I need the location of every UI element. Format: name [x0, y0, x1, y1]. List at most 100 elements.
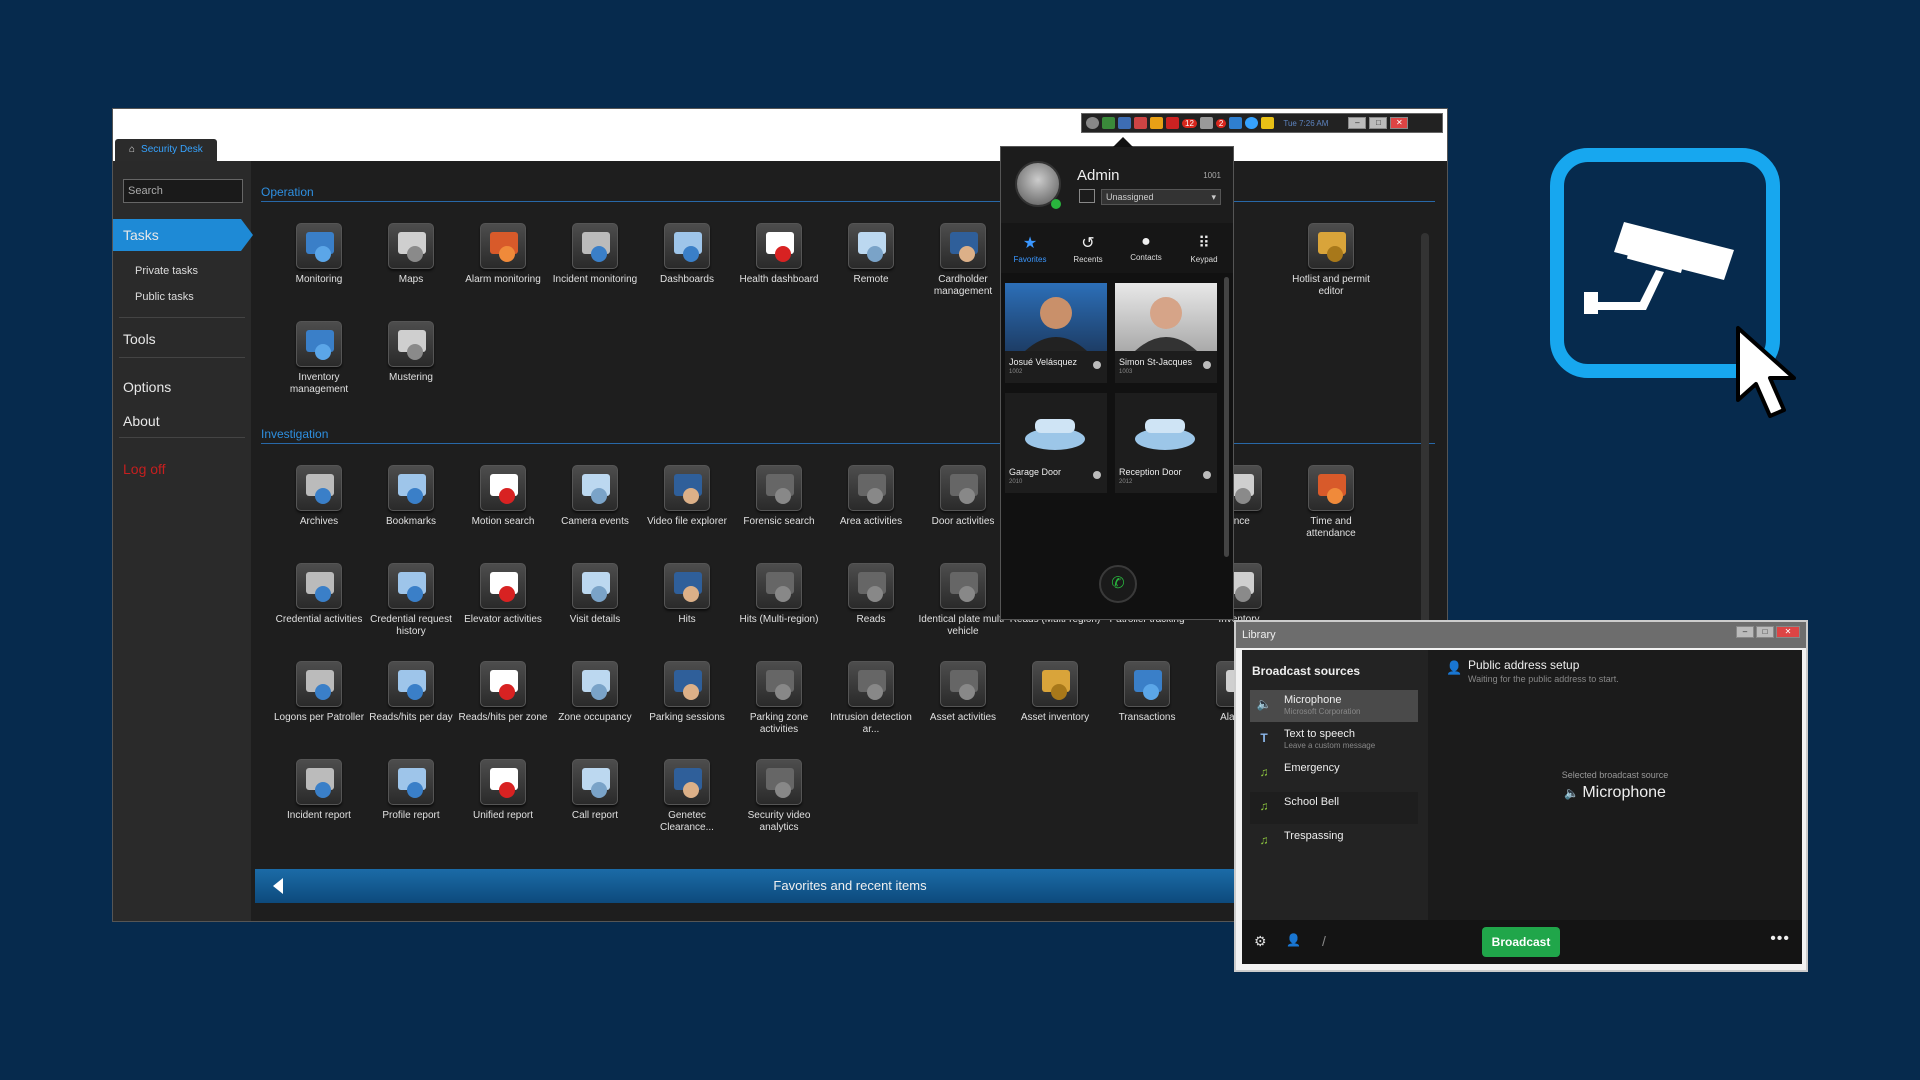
tab-keypad[interactable]: ⠿ Keypad	[1175, 223, 1233, 273]
minimize-button[interactable]: –	[1348, 117, 1367, 129]
person-icon: ●	[1141, 233, 1151, 250]
maximize-button[interactable]: □	[1369, 117, 1388, 129]
task-tile[interactable]: Unified report	[457, 759, 549, 822]
task-tile[interactable]: Alarm monitoring	[457, 223, 549, 286]
tab-contacts[interactable]: ● Contacts	[1117, 223, 1175, 273]
task-tile[interactable]: Identical plate multi-vehicle	[917, 563, 1009, 638]
task-icon	[388, 759, 434, 805]
task-tile[interactable]: Cardholder management	[917, 223, 1009, 298]
task-tile[interactable]: Forensic search	[733, 465, 825, 528]
phone-scrollbar[interactable]	[1224, 277, 1229, 557]
task-tile[interactable]: Parking zone activities	[733, 661, 825, 736]
task-icon	[848, 465, 894, 511]
task-tile[interactable]: Incident report	[273, 759, 365, 822]
sidebar-item-log-off[interactable]: Log off	[113, 461, 251, 477]
person-icon[interactable]: 👤	[1286, 933, 1301, 947]
task-tile[interactable]: Video file explorer	[641, 465, 733, 528]
task-tile[interactable]: Time and attendance	[1285, 465, 1377, 540]
task-tile[interactable]: Genetec Clearance...	[641, 759, 733, 834]
task-label: Identical plate multi-vehicle	[918, 614, 1008, 637]
genetec-icon[interactable]	[1086, 117, 1099, 129]
tab-favorites[interactable]: ★ Favorites	[1001, 223, 1059, 273]
task-tile[interactable]: Remote	[825, 223, 917, 286]
task-tile[interactable]: Incident monitoring	[549, 223, 641, 286]
task-tile[interactable]: Motion search	[457, 465, 549, 528]
task-tile[interactable]: Asset activities	[917, 661, 1009, 724]
task-tile[interactable]: Logons per Patroller	[273, 661, 365, 724]
source-text-to-speech[interactable]: T Text to speech Leave a custom message	[1250, 724, 1418, 756]
status-select[interactable]: Unassigned	[1101, 189, 1221, 205]
more-icon[interactable]: •••	[1770, 930, 1790, 948]
task-tile[interactable]: Credential request history	[365, 563, 457, 638]
task-tile[interactable]: Area activities	[825, 465, 917, 528]
task-tile[interactable]: Zone occupancy	[549, 661, 641, 724]
task-tile[interactable]: Hits (Multi-region)	[733, 563, 825, 626]
task-tile[interactable]: Door activities	[917, 465, 1009, 528]
minimize-button[interactable]: –	[1736, 626, 1754, 638]
signal-icon[interactable]	[1261, 117, 1275, 129]
task-tile[interactable]: Hotlist and permit editor	[1285, 223, 1377, 298]
task-tile[interactable]: Credential activities	[273, 563, 365, 626]
task-tile[interactable]: Call report	[549, 759, 641, 822]
maximize-button[interactable]: □	[1756, 626, 1774, 638]
source-microphone[interactable]: 🔈 Microphone Microsoft Corporation	[1250, 690, 1418, 722]
network-icon[interactable]	[1102, 117, 1115, 129]
sidebar-item-tools[interactable]: Tools	[113, 331, 251, 347]
tab-recents[interactable]: ↺ Recents	[1059, 223, 1117, 273]
close-button[interactable]: ✕	[1776, 626, 1800, 638]
task-tile[interactable]: Bookmarks	[365, 465, 457, 528]
task-tile[interactable]: Asset inventory	[1009, 661, 1101, 724]
task-label: Door activities	[931, 516, 995, 527]
task-tile[interactable]: Monitoring	[273, 223, 365, 286]
monitor-icon[interactable]	[1118, 117, 1131, 129]
sidebar-item-private-tasks[interactable]: Private tasks	[113, 265, 251, 277]
task-tile[interactable]: Security video analytics	[733, 759, 825, 834]
wand-icon[interactable]: /	[1322, 933, 1326, 949]
task-tile[interactable]: Hits	[641, 563, 733, 626]
contact-card[interactable]: Josué Velásquez 1002	[1005, 283, 1107, 383]
sidebar-item-options[interactable]: Options	[113, 379, 251, 395]
task-tile[interactable]: Reads/hits per zone	[457, 661, 549, 724]
task-tile[interactable]: Reads/hits per day	[365, 661, 457, 724]
task-tile[interactable]: Transactions	[1101, 661, 1193, 724]
task-label: Incident report	[287, 810, 351, 821]
sidebar-item-tasks[interactable]: Tasks	[113, 219, 253, 251]
call-button[interactable]: ✆	[1099, 565, 1137, 603]
tab-security-desk[interactable]: ⌂ Security Desk	[115, 139, 217, 161]
contact-card[interactable]: Reception Door 2012	[1115, 393, 1217, 493]
alarm-icon[interactable]	[1134, 117, 1147, 129]
search-input[interactable]	[123, 179, 243, 203]
gear-icon[interactable]: ⚙	[1254, 933, 1267, 950]
volume-icon[interactable]	[1229, 117, 1243, 129]
task-tile[interactable]: Intrusion detection ar...	[825, 661, 917, 736]
task-tile[interactable]: Dashboards	[641, 223, 733, 286]
task-tile[interactable]: Camera events	[549, 465, 641, 528]
sidebar-item-about[interactable]: About	[113, 413, 251, 429]
sidebar-item-public-tasks[interactable]: Public tasks	[113, 291, 251, 303]
task-tile[interactable]: Mustering	[365, 321, 457, 384]
list-icon[interactable]	[1199, 117, 1213, 129]
tab-label: Recents	[1073, 255, 1103, 264]
task-tile[interactable]: Elevator activities	[457, 563, 549, 626]
globe-icon[interactable]	[1245, 117, 1259, 129]
content-scrollbar[interactable]	[1421, 233, 1429, 673]
task-tile[interactable]: Profile report	[365, 759, 457, 822]
source-school-bell[interactable]: ♫ School Bell	[1250, 792, 1418, 824]
health-icon[interactable]	[1166, 117, 1179, 129]
broadcast-button[interactable]: Broadcast	[1482, 927, 1560, 957]
contact-name: Garage Door	[1009, 467, 1062, 477]
source-trespassing[interactable]: ♫ Trespassing	[1250, 826, 1418, 858]
task-tile[interactable]: Archives	[273, 465, 365, 528]
warning-icon[interactable]	[1150, 117, 1163, 129]
task-tile[interactable]: Maps	[365, 223, 457, 286]
contact-card[interactable]: Simon St-Jacques 1003	[1115, 283, 1217, 383]
task-tile[interactable]: Inventory management	[273, 321, 365, 396]
task-tile[interactable]: Parking sessions	[641, 661, 733, 724]
task-tile[interactable]: Health dashboard	[733, 223, 825, 286]
selected-source-name: Microphone	[1582, 784, 1666, 801]
source-emergency[interactable]: ♫ Emergency	[1250, 758, 1418, 790]
task-tile[interactable]: Reads	[825, 563, 917, 626]
task-tile[interactable]: Visit details	[549, 563, 641, 626]
contact-card[interactable]: Garage Door 2010	[1005, 393, 1107, 493]
close-button[interactable]: ✕	[1390, 117, 1409, 129]
